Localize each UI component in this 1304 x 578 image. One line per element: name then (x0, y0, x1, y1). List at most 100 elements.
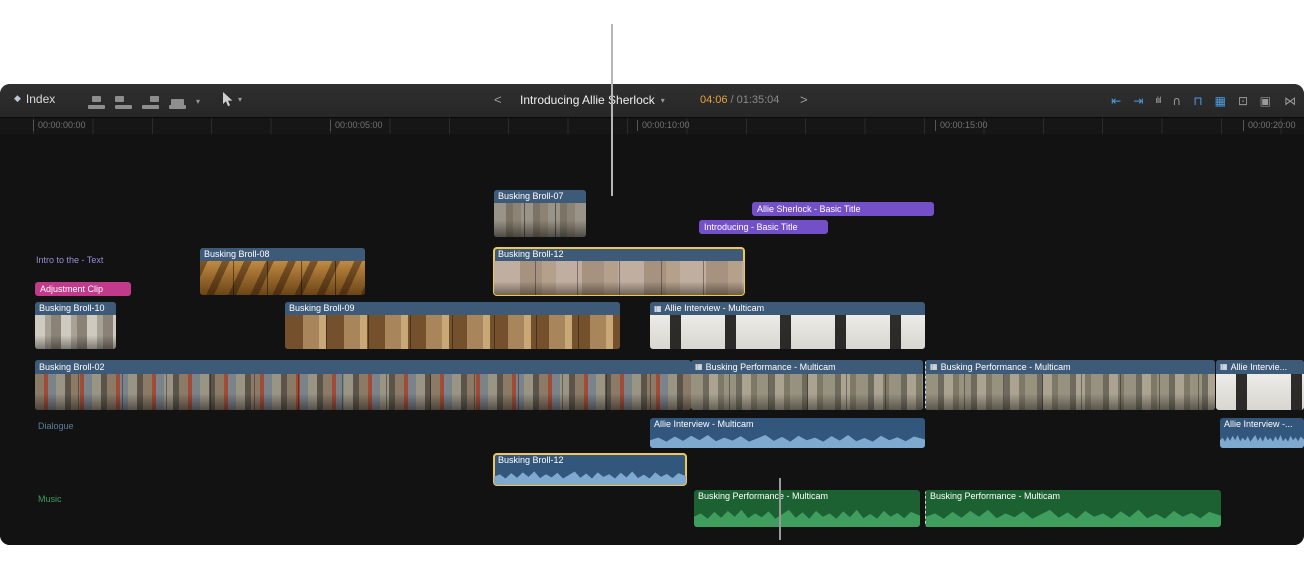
ruler-tick: 00:00:05:00 (330, 120, 383, 131)
next-project-button[interactable]: > (800, 92, 808, 107)
clip-label: Busking Broll-10 (39, 302, 105, 315)
callout-line-top (611, 24, 613, 196)
solo-icon[interactable]: ∩ (1172, 95, 1181, 107)
audio-waveform (926, 503, 1221, 527)
clip-allie-interview-audio-right[interactable]: Allie Interview -... (1220, 418, 1304, 448)
clip-label: Adjustment Clip (40, 284, 103, 294)
tool-chevron-icon: ▾ (238, 96, 242, 104)
callout-line-bottom (779, 478, 781, 540)
audio-waveform (650, 429, 925, 448)
connect-edit-icon[interactable] (88, 95, 105, 109)
clip-thumbnails (926, 374, 1215, 410)
clip-busking-performance-multicam-2[interactable]: ▦ Busking Performance - Multicam (925, 360, 1215, 410)
clip-label: Busking Performance - Multicam (941, 360, 1071, 374)
clip-thumbnails (494, 203, 586, 237)
clip-busking-broll-08[interactable]: Busking Broll-08 (200, 248, 365, 295)
clip-label: Busking Performance - Multicam (706, 360, 836, 374)
browser-buttons-group: ▣ ⋈ (1260, 91, 1296, 110)
index-icon: ◆ (14, 94, 21, 104)
timecode-total: 01:35:04 (737, 94, 780, 106)
edit-options-chevron-icon[interactable]: ▾ (196, 98, 200, 106)
ruler-tick: 00:00:10:00 (637, 120, 690, 131)
clip-thumbnails (1216, 374, 1304, 410)
audio-waveform (1220, 429, 1304, 448)
clip-introducing-basic-title[interactable]: Introducing - Basic Title (699, 220, 828, 234)
transitions-browser-icon[interactable]: ⋈ (1284, 95, 1296, 107)
multicam-icon: ▦ (654, 305, 662, 313)
append-edit-icon[interactable] (142, 95, 159, 109)
clip-label: Busking Performance - Multicam (926, 490, 1221, 503)
audio-waveform (694, 503, 920, 527)
clip-label: Busking Broll-09 (289, 302, 355, 315)
clip-thumbnails (200, 261, 365, 295)
clip-label: Busking Broll-12 (494, 454, 686, 467)
clip-thumbnails (650, 315, 925, 349)
clip-allie-interview-audio[interactable]: Allie Interview - Multicam (650, 418, 925, 448)
tool-select-button[interactable]: ▾ (222, 92, 242, 107)
project-title-menu[interactable]: Introducing Allie Sherlock ▾ (520, 93, 665, 107)
edit-tools-group: ▾ (88, 94, 200, 109)
clip-busking-broll-10[interactable]: Busking Broll-10 (35, 302, 116, 349)
snapping-icon[interactable]: ⊓ (1193, 95, 1202, 107)
clip-thumbnails (494, 261, 744, 295)
clip-allie-interview-multicam-video[interactable]: ▦ Allie Interview - Multicam (650, 302, 925, 349)
clip-label: Busking Broll-02 (39, 360, 105, 374)
audio-skimming-icon[interactable]: ılıl (1155, 96, 1160, 105)
clip-busking-broll-02[interactable]: Busking Broll-02 (35, 360, 691, 410)
audio-waveform (494, 466, 686, 485)
clip-busking-performance-multicam-1[interactable]: ▦ Busking Performance - Multicam (691, 360, 923, 410)
clip-thumbnails (35, 374, 691, 410)
trim-start-icon[interactable]: ⇤ (1111, 95, 1121, 107)
clip-label: Allie Intervie... (1231, 360, 1288, 374)
dialogue-lane-label: Dialogue (38, 421, 74, 431)
timeline-toggles-group: ⇤ ⇥ ılıl ∩ ⊓ ▦ ⊡ (1111, 91, 1248, 110)
timeline-toolbar: ◆ Index ▾ ▾ < Introducing Allie Sherlock… (0, 84, 1304, 117)
clip-busking-performance-music-2[interactable]: Busking Performance - Multicam (925, 490, 1221, 527)
clip-label: Allie Interview -... (1220, 418, 1304, 431)
clip-thumbnails (35, 315, 116, 349)
clip-allie-interview-main[interactable]: ▦ Allie Intervie... (1216, 360, 1304, 410)
insert-edit-icon[interactable] (115, 95, 132, 109)
arrow-tool-icon (222, 92, 233, 107)
multicam-icon: ▦ (930, 363, 938, 371)
clip-thumbnails (285, 315, 620, 349)
ruler-tick: 00:00:20:00 (1243, 120, 1296, 131)
clip-appearance-icon[interactable]: ⊡ (1238, 95, 1248, 107)
clip-label: Busking Broll-08 (204, 248, 270, 261)
multicam-icon: ▦ (1220, 363, 1228, 371)
clip-label: Busking Broll-12 (498, 248, 564, 261)
clip-label: Allie Interview - Multicam (665, 302, 765, 315)
clip-busking-broll-07[interactable]: Busking Broll-07 (494, 190, 586, 237)
timecode-current: 04:06 (700, 94, 728, 106)
timeline-ruler[interactable]: 00:00:00:00 00:00:05:00 00:00:10:00 00:0… (0, 117, 1304, 135)
clip-intro-to-the-text-label[interactable]: Intro to the - Text (36, 255, 103, 265)
clip-busking-performance-music-1[interactable]: Busking Performance - Multicam (694, 490, 920, 527)
timeline-tracks-area: Busking Broll-07 Allie Sherlock - Basic … (0, 134, 1304, 545)
clip-adjustment[interactable]: Adjustment Clip (35, 282, 131, 296)
overwrite-edit-icon[interactable] (169, 95, 186, 109)
index-button[interactable]: ◆ Index (14, 92, 55, 106)
trim-end-icon[interactable]: ⇥ (1133, 95, 1143, 107)
clip-thumbnails (691, 374, 923, 410)
ruler-tick: 00:00:00:00 (33, 120, 86, 131)
clip-label: Busking Broll-07 (498, 190, 564, 203)
clip-label: Introducing - Basic Title (704, 222, 798, 232)
clip-label: Allie Interview - Multicam (650, 418, 925, 431)
clip-allie-sherlock-basic-title[interactable]: Allie Sherlock - Basic Title (752, 202, 934, 216)
previous-project-button[interactable]: < (494, 92, 502, 107)
timecode-display[interactable]: 04:06/01:35:04 (700, 94, 779, 106)
clip-busking-broll-12-audio-selected[interactable]: Busking Broll-12 (494, 454, 686, 485)
project-title: Introducing Allie Sherlock (520, 93, 655, 107)
project-title-chevron-icon: ▾ (661, 97, 665, 105)
clip-label: Busking Performance - Multicam (694, 490, 920, 503)
clip-label: Allie Sherlock - Basic Title (757, 204, 861, 214)
angle-viewer-icon[interactable]: ▦ (1215, 95, 1226, 107)
clip-busking-broll-09[interactable]: Busking Broll-09 (285, 302, 620, 349)
timecode-separator: / (731, 94, 734, 106)
media-browser-icon[interactable]: ▣ (1260, 95, 1271, 107)
multicam-icon: ▦ (695, 363, 703, 371)
index-label: Index (26, 92, 55, 106)
clip-busking-broll-12-video-selected[interactable]: Busking Broll-12 (494, 248, 744, 295)
music-lane-label: Music (38, 494, 62, 504)
ruler-tick: 00:00:15:00 (935, 120, 988, 131)
